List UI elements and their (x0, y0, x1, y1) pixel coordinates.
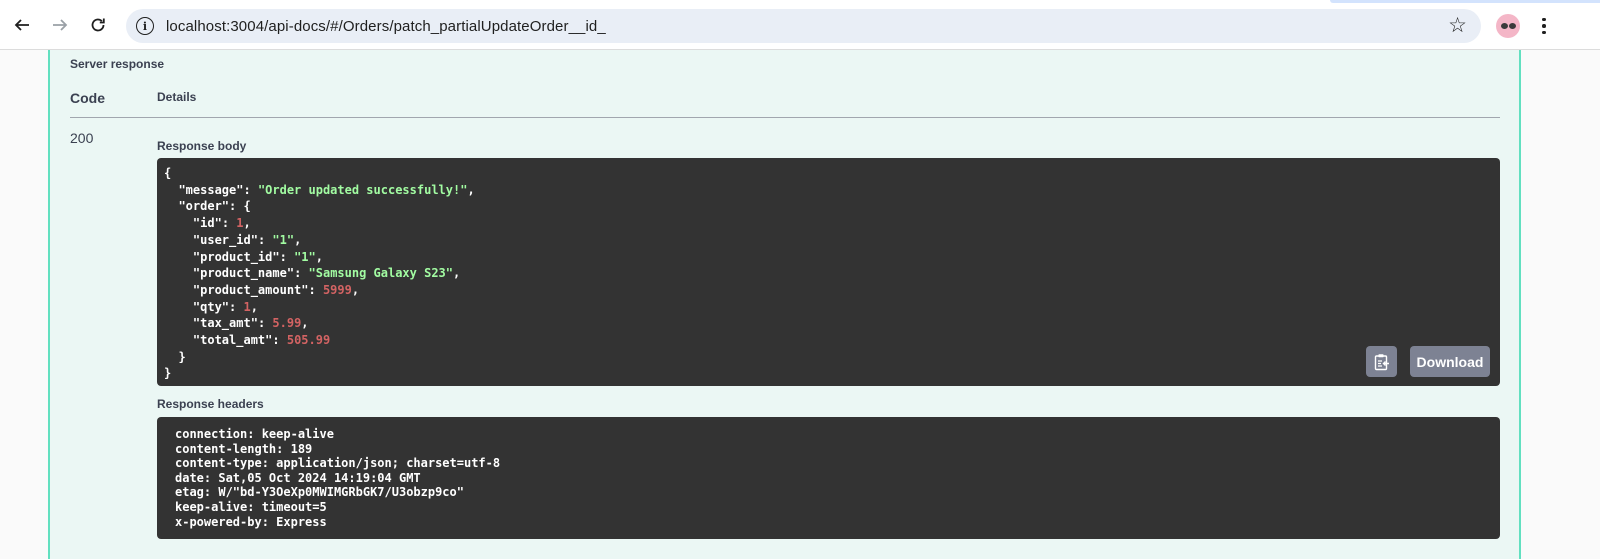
header-line: content-type: application/json; charset=… (175, 456, 501, 471)
details-column-header: Details (157, 90, 197, 104)
header-line: connection: keep-alive (175, 427, 334, 441)
json-line: "product_id": "1", (192, 249, 323, 264)
reload-icon (91, 18, 105, 32)
response-status-code: 200 (70, 130, 94, 146)
json-key: "qty" (192, 299, 230, 314)
json-number-value: 1 (236, 216, 244, 231)
arrow-right-icon (53, 19, 68, 31)
glasses-icon (1500, 23, 1516, 29)
info-icon[interactable]: i (136, 17, 154, 35)
code-column-header: Code (70, 90, 105, 106)
header-line: x-powered-by: Express (175, 514, 327, 529)
tab-strip (0, 0, 1600, 6)
header-divider (70, 117, 1500, 118)
browser-toolbar: i localhost:3004/api-docs/#/Orders/patch… (0, 0, 1600, 50)
json-number-value: 5.99 (272, 316, 302, 331)
tab-edge (1330, 0, 1600, 3)
json-number-value: 5999 (322, 282, 352, 297)
star-icon[interactable]: ☆ (1448, 13, 1467, 38)
json-line: "total_amt": 505.99 (192, 333, 331, 348)
url-text[interactable]: localhost:3004/api-docs/#/Orders/patch_p… (166, 18, 606, 35)
arrow-left-icon (14, 19, 29, 31)
response-body-label: Response body (157, 139, 247, 153)
forward-button[interactable] (46, 11, 74, 39)
json-brace: } (178, 349, 186, 364)
json-key: "total_amt" (192, 333, 273, 348)
header-line: content-length: 189 (175, 441, 313, 456)
json-key: "user_id" (192, 232, 258, 247)
json-line: "user_id": "1", (192, 232, 302, 247)
order-fields: "id": 1, "user_id": "1", "product_id": "… (164, 216, 460, 347)
response-headers-label: Response headers (157, 397, 264, 411)
json-string-value: "Order updated successfully!" (257, 182, 468, 197)
json-line: "id": 1, (192, 216, 251, 231)
json-key: "tax_amt" (192, 316, 258, 331)
download-button[interactable]: Download (1410, 346, 1490, 377)
json-key: "message" (178, 182, 244, 197)
header-line: date: Sat,05 Oct 2024 14:19:04 GMT (175, 470, 421, 485)
json-key: "order" (178, 199, 230, 214)
json-number-value: 505.99 (286, 333, 331, 348)
json-string-value: "Samsung Galaxy S23" (308, 266, 454, 281)
json-key: "product_id" (192, 249, 280, 264)
reload-button[interactable] (84, 11, 112, 39)
header-line: etag: W/"bd-Y3OeXp0MWIMGRbGK7/U3obzp9co" (175, 485, 464, 500)
clipboard-copy-icon (1374, 353, 1389, 370)
profile-avatar[interactable] (1496, 14, 1520, 38)
json-key: "id" (192, 216, 222, 231)
back-button[interactable] (8, 11, 36, 39)
server-response-title: Server response (70, 57, 165, 71)
json-line: "product_name": "Samsung Galaxy S23", (192, 266, 461, 281)
address-bar[interactable]: i localhost:3004/api-docs/#/Orders/patch… (126, 9, 1481, 43)
copy-to-clipboard-button[interactable] (1366, 346, 1397, 377)
json-string-value: "1" (272, 232, 295, 247)
json-brace: } (164, 366, 172, 381)
json-number-value: 1 (243, 299, 251, 314)
json-brace: { (164, 166, 172, 180)
json-line: "product_amount": 5999, (192, 282, 360, 297)
operation-block: Server response Code Details 200 Respons… (48, 50, 1521, 559)
json-string-value: "1" (294, 249, 316, 264)
response-body[interactable]: { "message": "Order updated successfully… (157, 158, 1500, 386)
json-key: "product_amount" (192, 282, 309, 297)
header-line: keep-alive: timeout=5 (175, 499, 327, 514)
kebab-menu-icon[interactable] (1537, 14, 1551, 38)
header-lines: connection: keep-alive content-length: 1… (175, 427, 500, 529)
json-line: "tax_amt": 5.99, (192, 316, 309, 331)
response-headers[interactable]: connection: keep-alive content-length: 1… (157, 417, 1500, 539)
page-content: Server response Code Details 200 Respons… (0, 50, 1600, 559)
json-line: "qty": 1, (192, 299, 258, 314)
json-key: "product_name" (192, 266, 295, 281)
